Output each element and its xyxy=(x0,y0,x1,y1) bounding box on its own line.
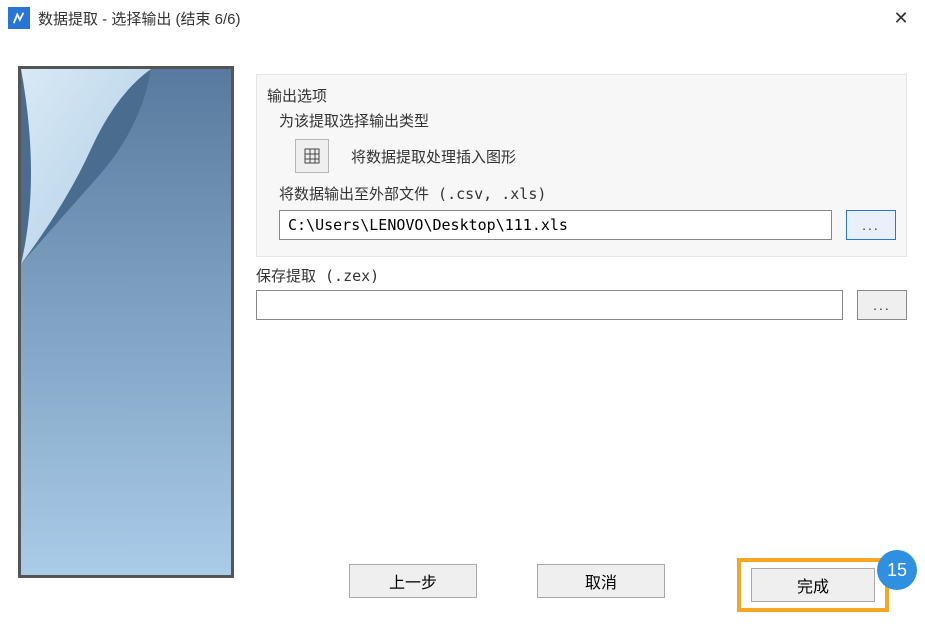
file-path-input[interactable] xyxy=(279,210,832,240)
preview-panel xyxy=(18,66,234,578)
save-path-input[interactable] xyxy=(256,290,843,320)
external-file-label: 将数据输出至外部文件 (.csv, .xls) xyxy=(279,183,896,204)
finish-highlight: 完成 xyxy=(737,558,889,612)
insert-graphic-label: 将数据提取处理插入图形 xyxy=(351,146,516,167)
table-icon xyxy=(304,148,320,164)
window-title: 数据提取 - 选择输出 (结束 6/6) xyxy=(38,8,241,29)
browse-file-button[interactable]: ... xyxy=(846,210,896,240)
step-badge: 15 xyxy=(877,550,917,590)
finish-button[interactable]: 完成 xyxy=(751,568,875,602)
browse-save-button[interactable]: ... xyxy=(857,290,907,320)
insert-graphic-button[interactable] xyxy=(295,139,329,173)
close-button[interactable]: ✕ xyxy=(891,8,911,28)
save-extract-label: 保存提取 (.zex) xyxy=(256,265,907,286)
prev-button[interactable]: 上一步 xyxy=(349,564,477,598)
page-curl-icon xyxy=(21,69,151,264)
app-icon xyxy=(8,7,30,29)
save-extract-group: 保存提取 (.zex) ... xyxy=(256,265,907,320)
cancel-button[interactable]: 取消 xyxy=(537,564,665,598)
output-options-label: 输出选项 xyxy=(267,85,896,106)
output-options-group: 输出选项 为该提取选择输出类型 将数据提取处理插入图形 将数据输出至外部文件 (… xyxy=(256,74,907,257)
titlebar: 数据提取 - 选择输出 (结束 6/6) ✕ xyxy=(0,0,925,36)
output-options-subtext: 为该提取选择输出类型 xyxy=(279,110,896,131)
